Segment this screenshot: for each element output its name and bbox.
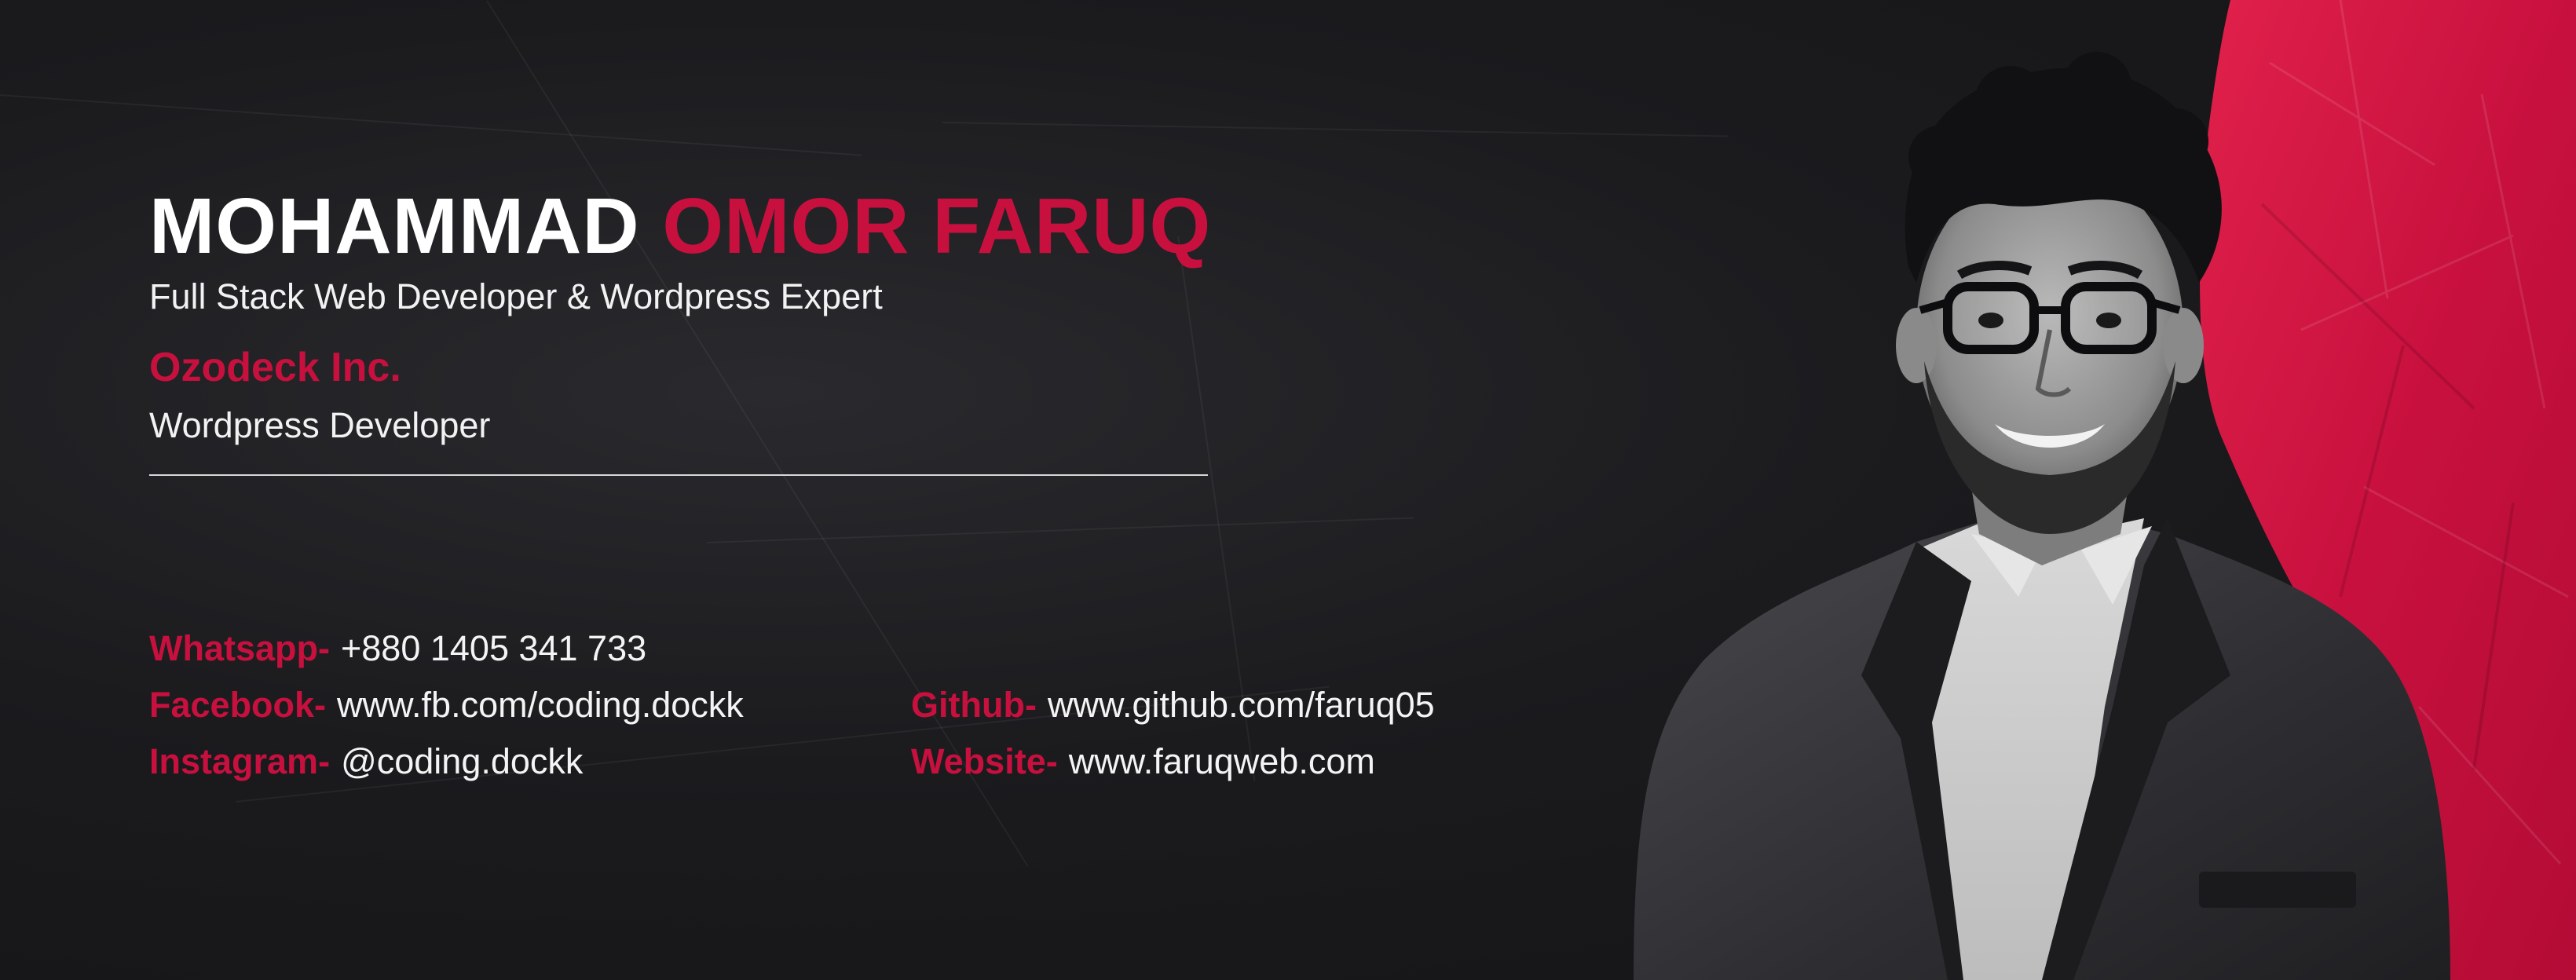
contact-row: Facebook- www.fb.com/coding.dockk Github… xyxy=(149,677,1641,733)
contact-value: www.faruqweb.com xyxy=(1068,741,1375,781)
job-role: Wordpress Developer xyxy=(149,405,491,445)
name-last: OMOR FARUQ xyxy=(662,182,1212,270)
contact-value: +880 1405 341 733 xyxy=(341,628,647,668)
contact-label: Instagram- xyxy=(149,741,331,781)
tagline: Full Stack Web Developer & Wordpress Exp… xyxy=(149,276,883,316)
contact-label: Website- xyxy=(911,741,1058,781)
contact-instagram: Instagram- @coding.dockk xyxy=(149,741,911,782)
cover-banner: MOHAMMAD OMOR FARUQ Full Stack Web Devel… xyxy=(0,0,2576,980)
contact-label: Whatsapp- xyxy=(149,628,330,668)
name-first: MOHAMMAD xyxy=(149,182,640,270)
contact-label: Facebook- xyxy=(149,685,327,725)
contact-github: Github- www.github.com/faruq05 xyxy=(911,685,1435,726)
paper-crease xyxy=(0,94,862,156)
contact-facebook: Facebook- www.fb.com/coding.dockk xyxy=(149,685,911,726)
contact-row: Whatsapp- +880 1405 341 733 xyxy=(149,620,1641,677)
contact-website: Website- www.faruqweb.com xyxy=(911,741,1375,782)
contact-whatsapp: Whatsapp- +880 1405 341 733 xyxy=(149,628,911,669)
contact-value: @coding.dockk xyxy=(341,741,584,781)
contact-list: Whatsapp- +880 1405 341 733 Facebook- ww… xyxy=(149,620,1641,790)
contact-label: Github- xyxy=(911,685,1037,725)
profile-block: MOHAMMAD OMOR FARUQ Full Stack Web Devel… xyxy=(149,179,1249,476)
company-name: Ozodeck Inc. xyxy=(149,345,401,390)
divider-line xyxy=(149,474,1208,476)
contact-value: www.fb.com/coding.dockk xyxy=(337,685,744,725)
person-portrait xyxy=(1634,52,2450,980)
contact-value: www.github.com/faruq05 xyxy=(1047,685,1435,725)
contact-row: Instagram- @coding.dockk Website- www.fa… xyxy=(149,733,1641,790)
full-name: MOHAMMAD OMOR FARUQ xyxy=(149,179,1249,273)
